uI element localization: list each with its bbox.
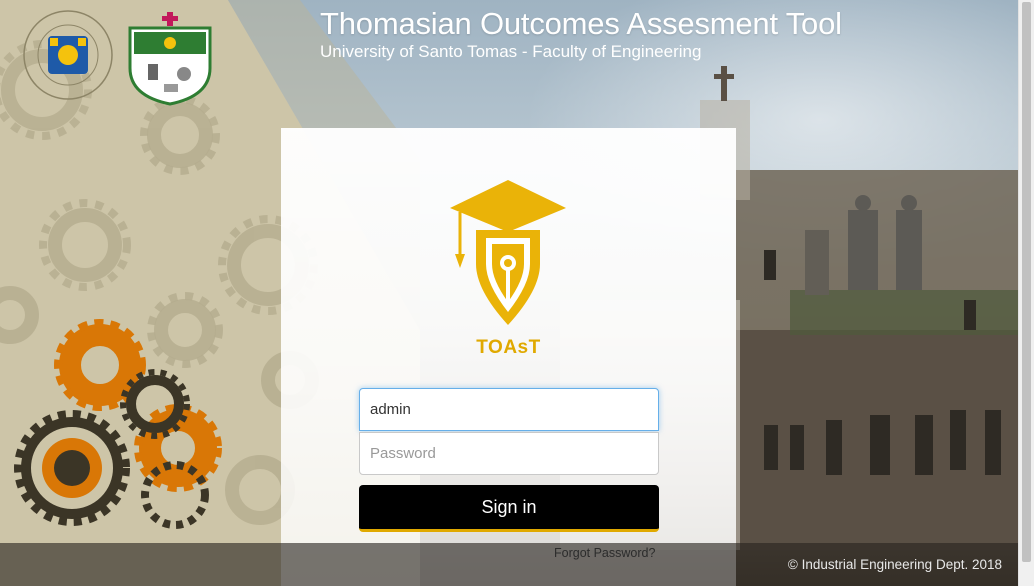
login-card: TOAsT Sign in [281,128,736,586]
vertical-scrollbar[interactable] [1018,0,1034,586]
ust-seal-icon [23,10,113,100]
page-subtitle: University of Santo Tomas - Faculty of E… [320,42,702,61]
brand-name: TOAsT [476,337,541,358]
forgot-password-link[interactable]: Forgot Password? [554,546,655,560]
username-input[interactable] [359,388,659,431]
toast-logo-icon [446,180,571,360]
login-page: Thomasian Outcomes Assesment Tool Univer… [0,0,1018,586]
password-input[interactable] [359,432,659,475]
page-title: Thomasian Outcomes Assesment Tool [320,6,842,41]
scrollbar-thumb[interactable] [1022,2,1031,562]
header-logos [20,8,220,113]
footer-copyright: © Industrial Engineering Dept. 2018 [787,557,1002,572]
engineering-crest-icon [128,12,212,106]
sign-in-button[interactable]: Sign in [359,485,659,532]
